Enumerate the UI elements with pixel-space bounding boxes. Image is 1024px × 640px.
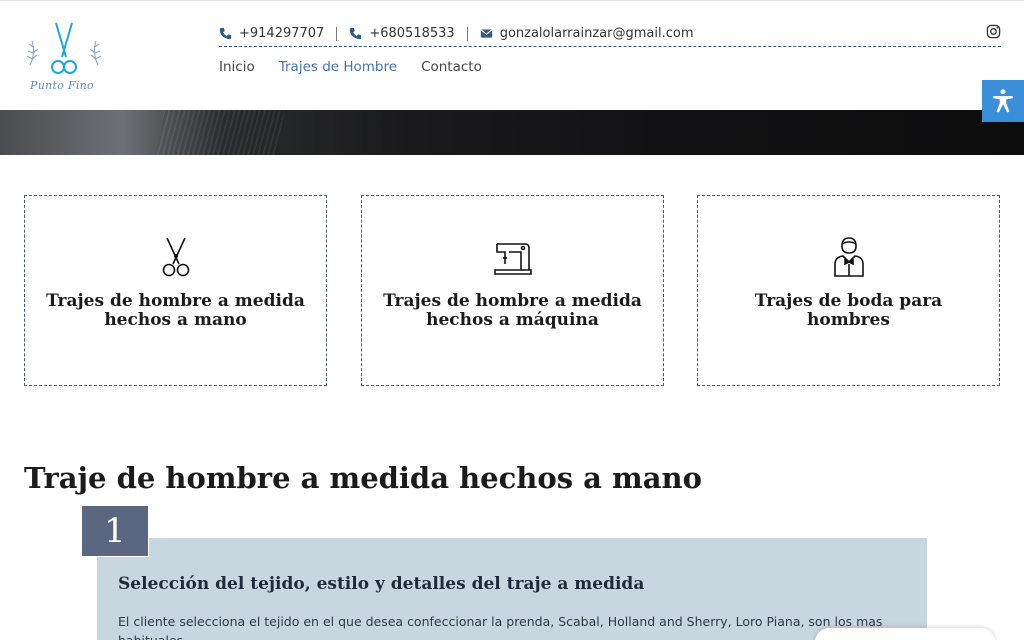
divider (466, 26, 468, 41)
service-card-machine[interactable]: Trajes de hombre a medida hechos a máqui… (361, 195, 664, 386)
groom-icon (833, 237, 864, 277)
service-card-handmade[interactable]: Trajes de hombre a medida hechos a mano (24, 195, 327, 386)
chat-widget[interactable] (815, 628, 995, 640)
accessibility-button[interactable] (982, 80, 1024, 122)
step-description: El cliente selecciona el tejido en el qu… (118, 614, 883, 640)
card-title: Trajes de boda para hombres (754, 291, 943, 330)
email-text: gonzalolarrainzar@gmail.com (499, 26, 694, 41)
step-title: Selección del tejido, estilo y detalles … (118, 574, 645, 594)
section-title: Traje de hombre a medida hechos a mano (24, 461, 702, 495)
divider (336, 26, 338, 41)
nav-item-contacto[interactable]: Contacto (421, 59, 482, 75)
main-nav: Inicio Trajes de Hombre Contacto (219, 59, 482, 75)
instagram-icon[interactable] (986, 24, 1001, 39)
step-number-badge: 1 (81, 505, 149, 557)
scissors-icon (162, 237, 189, 277)
hero-image (0, 110, 1024, 155)
card-title: Trajes de hombre a medida hechos a mano (46, 291, 305, 330)
card-title: Trajes de hombre a medida hechos a máqui… (383, 291, 642, 330)
accessibility-icon (993, 89, 1013, 113)
phone-2-text: +680518533 (369, 26, 455, 41)
nav-item-trajes-de-hombre[interactable]: Trajes de Hombre (279, 59, 397, 75)
logo-text: Punto Fino (30, 79, 94, 92)
phone-icon (219, 27, 232, 40)
contact-phone-2[interactable]: +680518533 (349, 26, 455, 41)
contact-bar: +914297707 +680518533 gonzalolarrainzar@… (219, 21, 1001, 47)
envelope-icon (480, 29, 492, 38)
service-card-wedding[interactable]: Trajes de boda para hombres (697, 195, 1000, 386)
site-header: Punto Fino +914297707 +680518533 gonzalo… (0, 0, 1024, 110)
sewing-machine-icon (493, 243, 532, 275)
nav-item-inicio[interactable]: Inicio (219, 59, 255, 75)
contact-phone-1[interactable]: +914297707 (219, 26, 324, 41)
phone-1-text: +914297707 (239, 26, 325, 41)
phone-icon (350, 27, 362, 40)
contact-email[interactable]: gonzalolarrainzar@gmail.com (480, 26, 694, 41)
